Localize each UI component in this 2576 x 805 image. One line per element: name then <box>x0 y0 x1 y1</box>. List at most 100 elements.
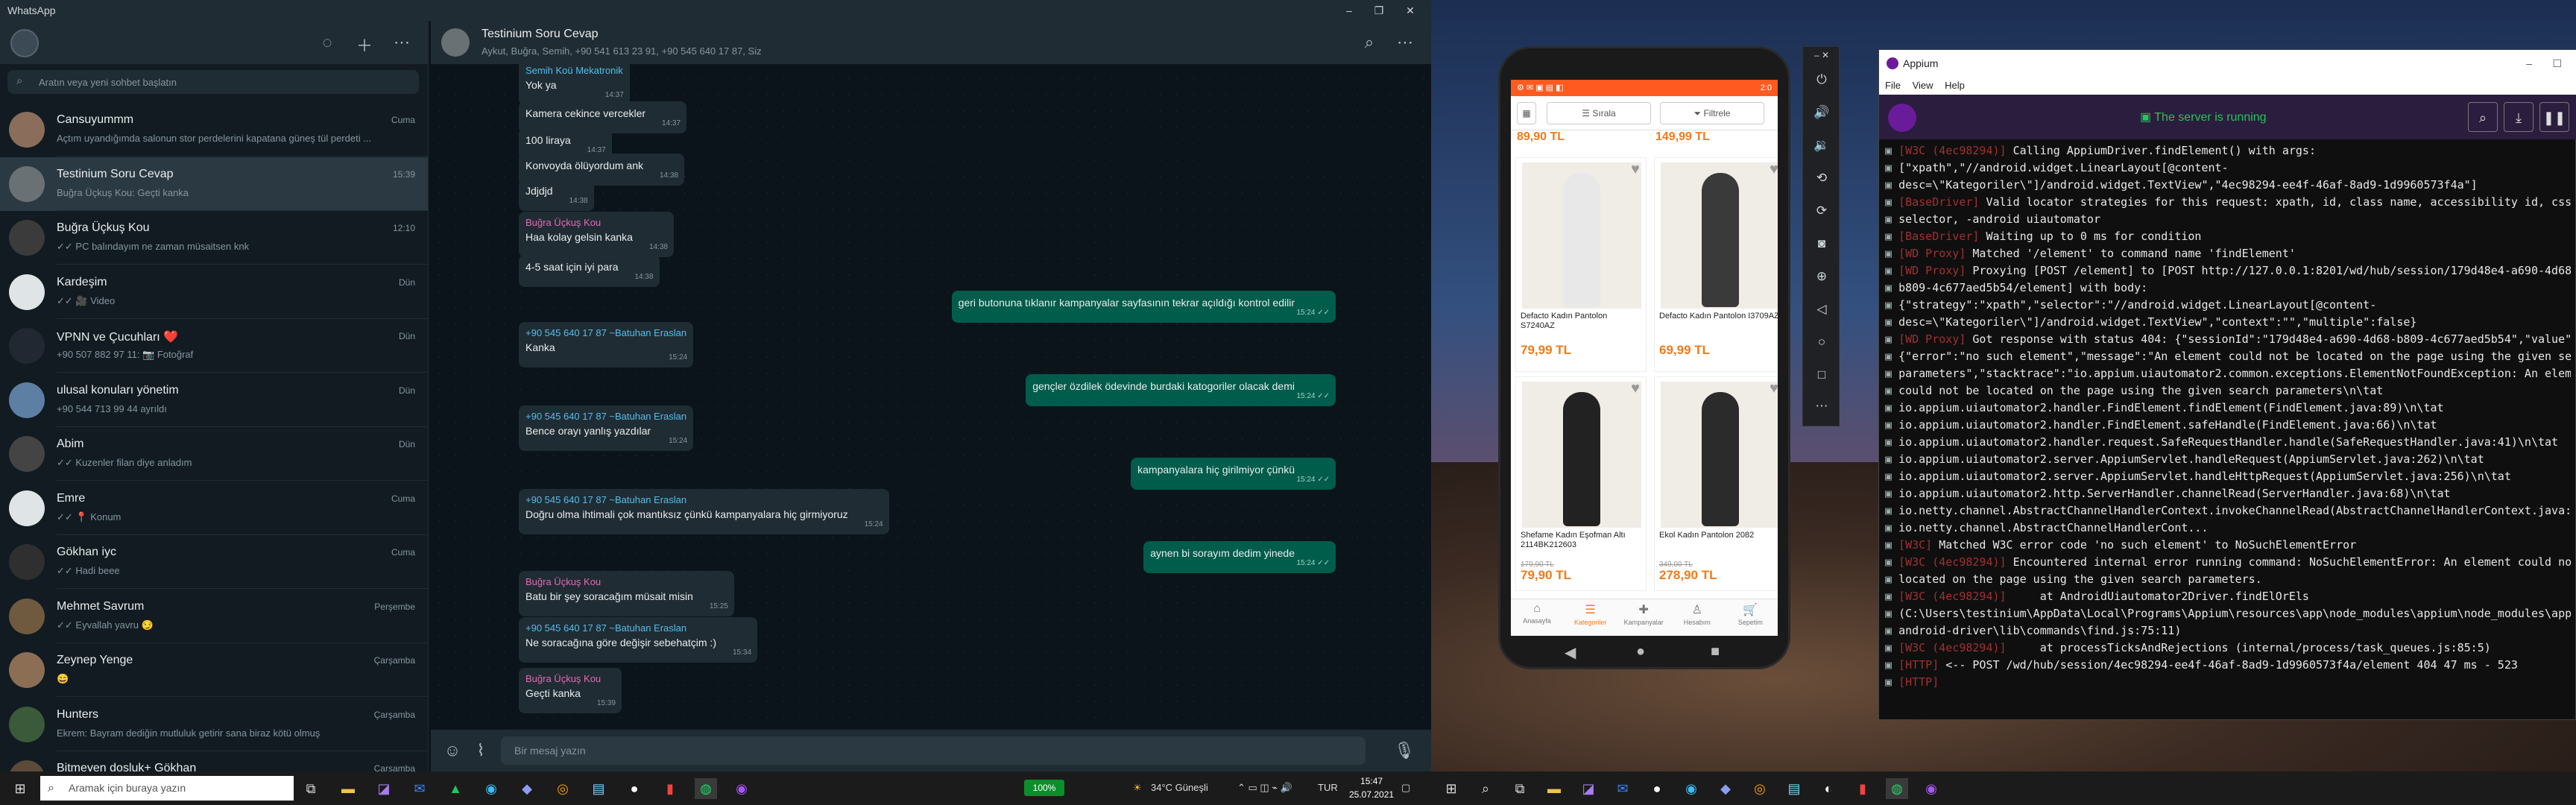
windows-start-icon[interactable]: ⊞ <box>1440 778 1462 799</box>
message-bubble[interactable]: +90 545 640 17 87 ~Batuhan Eraslan Doğru … <box>519 489 889 534</box>
back-icon[interactable]: ◀ <box>1565 643 1576 662</box>
search-icon[interactable]: ⌕ <box>1474 778 1497 799</box>
avatar[interactable] <box>9 220 45 256</box>
status-icon[interactable]: ◌ <box>318 33 337 52</box>
more-icon[interactable]: ⋯ <box>1803 399 1840 414</box>
microphone-icon[interactable]: 🎙 <box>1394 741 1415 760</box>
favorite-icon[interactable]: ♥ <box>1770 161 1778 178</box>
back-icon[interactable]: ◁ <box>1803 302 1840 317</box>
notes-icon[interactable]: ▤ <box>587 778 610 799</box>
rotate-right-icon[interactable]: ⟳ <box>1803 203 1840 218</box>
message-bubble[interactable]: Semih Koü Mekatronik Yok ya 14:37 <box>519 60 630 105</box>
file-explorer-icon[interactable]: ▬ <box>1543 778 1565 799</box>
file-explorer-icon[interactable]: ▬ <box>337 778 359 799</box>
avatar[interactable] <box>9 490 45 526</box>
chat-list-item[interactable]: ulusal konuları yönetim +90 544 713 99 44… <box>0 373 428 427</box>
message-sender[interactable]: +90 545 640 17 87 ~Batuhan Eraslan <box>525 411 686 423</box>
chat-list-item[interactable]: Emre ✓✓ 📍 Konum Cuma <box>0 482 428 535</box>
notification-icon[interactable]: ▢ <box>1401 782 1410 794</box>
notes-icon[interactable]: ▤ <box>1783 778 1805 799</box>
message-sender[interactable]: +90 545 640 17 87 ~Batuhan Eraslan <box>525 622 751 634</box>
zoom-icon[interactable]: ⊕ <box>1803 269 1840 284</box>
volume-down-icon[interactable]: 🔉 <box>1803 138 1840 153</box>
product-card[interactable]: ♥ Ekol Kadın Pantolon 2082 349,00 TL 278,90… <box>1654 376 1778 591</box>
avatar[interactable] <box>9 274 45 310</box>
grid-icon[interactable]: ▦ <box>1517 102 1536 124</box>
search-logs-icon[interactable]: ⌕ <box>2468 102 2498 132</box>
chart-app-icon[interactable]: ▮ <box>659 778 681 799</box>
chat-list-item[interactable]: Cansuyummm Açtım uyandığımda salonun stor… <box>0 103 428 157</box>
product-image[interactable] <box>1661 162 1778 309</box>
message-sender[interactable]: Semih Koü Mekatronik <box>525 65 623 77</box>
appium-taskbar-icon[interactable]: ◉ <box>730 778 753 799</box>
mail-icon[interactable]: ✉ <box>1611 778 1634 799</box>
ide-icon[interactable]: ◪ <box>373 778 395 799</box>
chart-app-icon[interactable]: ▮ <box>1852 778 1874 799</box>
emoji-icon[interactable]: ☺ <box>443 741 462 760</box>
message-sender[interactable]: +90 545 640 17 87 ~Batuhan Eraslan <box>525 494 883 506</box>
message-sender[interactable]: Buğra Üçkuş Kou <box>525 217 667 229</box>
avatar[interactable] <box>9 598 45 634</box>
message-sender[interactable]: +90 545 640 17 87 ~Batuhan Eraslan <box>525 327 686 339</box>
menu-file[interactable]: File <box>1885 80 1901 91</box>
nav-item[interactable]: 🛒 Sepetim <box>1724 602 1776 626</box>
download-logs-icon[interactable]: ⤓ <box>2504 102 2534 132</box>
message-bubble[interactable]: Buğra Üçkuş Kou Haa kolay gelsin kanka 14:… <box>519 212 674 257</box>
product-card[interactable]: ♥ Defacto Kadın Pantolon I3709AZ 69,99 TL <box>1654 157 1778 372</box>
close-button[interactable]: ✕ <box>1395 0 1425 21</box>
favorite-icon[interactable]: ♥ <box>1770 380 1778 397</box>
avatar[interactable] <box>9 382 45 418</box>
message-bubble[interactable]: Jdjdjd 14:38 <box>519 179 594 211</box>
favorite-icon[interactable]: ♥ <box>1631 161 1640 178</box>
avatar[interactable] <box>9 436 45 472</box>
message-bubble[interactable]: +90 545 640 17 87 ~Batuhan Eraslan Ne sor… <box>519 617 758 663</box>
message-bubble[interactable]: kampanyalara hiç girilmiyor çünkü 15:24 ✓… <box>1131 458 1336 490</box>
chat-list-item[interactable]: Zeynep Yenge 😄 Çarşamba <box>0 643 428 697</box>
avatar[interactable] <box>10 29 39 57</box>
minimize-button[interactable]: – <box>2526 50 2532 77</box>
nav-item[interactable]: ♙ Hesabım <box>1671 602 1723 626</box>
nav-item[interactable]: ⌂ Anasayfa <box>1511 602 1563 625</box>
power-icon[interactable]: ⏻ <box>1803 72 1840 87</box>
home-icon[interactable]: ● <box>1636 643 1645 660</box>
favorite-icon[interactable]: ♥ <box>1631 380 1640 397</box>
minimize-button[interactable]: – <box>1334 0 1364 21</box>
volume-up-icon[interactable]: 🔊 <box>1803 105 1840 120</box>
message-bubble[interactable]: 4-5 saat için iyi para 14:38 <box>519 255 660 287</box>
message-input[interactable] <box>501 736 1366 765</box>
chrome-icon[interactable]: ◎ <box>1749 778 1771 799</box>
teams-icon[interactable]: ◆ <box>516 778 538 799</box>
maximize-button[interactable]: ❐ <box>1364 0 1394 21</box>
message-bubble[interactable]: aynen bi sorayım dedim yinede 15:24 ✓✓ <box>1143 541 1336 573</box>
chat-list-item[interactable]: Mehmet Savrum ✓✓ Eyvallah yavru 😏 Perşembe <box>0 590 428 643</box>
avatar[interactable] <box>9 328 45 364</box>
avatar[interactable] <box>9 165 45 202</box>
menu-view[interactable]: View <box>1913 80 1933 91</box>
product-card[interactable]: ♥ Defacto Kadın Pantolon S7240AZ 79,99 TL <box>1515 157 1647 372</box>
task-view-icon[interactable]: ⧉ <box>1509 778 1531 799</box>
chat-list-item[interactable]: Abim ✓✓ Kuzenler filan diye anladım Dün <box>0 427 428 481</box>
product-image[interactable] <box>1522 382 1641 528</box>
appium-taskbar-icon[interactable]: ◉ <box>1920 778 1942 799</box>
avatar[interactable] <box>9 760 45 771</box>
edge-icon[interactable]: ◉ <box>480 778 502 799</box>
avatar[interactable] <box>9 706 45 742</box>
search-icon[interactable]: ⌕ <box>1360 33 1379 52</box>
pause-icon[interactable]: ❚❚ <box>2539 102 2569 132</box>
avatar[interactable] <box>9 544 45 580</box>
menu-icon[interactable]: ⋯ <box>1395 33 1415 52</box>
tray-icons[interactable]: ⌃ ▭ ◫ ⌁ 🔊 <box>1237 782 1292 794</box>
ide-icon[interactable]: ◪ <box>1577 778 1600 799</box>
message-sender[interactable]: Buğra Üçkuş Kou <box>525 673 615 685</box>
teams-icon[interactable]: ◆ <box>1714 778 1737 799</box>
product-card[interactable]: ♥ Shefame Kadın Eşofman Altı 2114BK212603… <box>1515 376 1647 591</box>
new-chat-icon[interactable]: ＋ <box>355 33 374 57</box>
avatar[interactable] <box>9 112 45 148</box>
filter-button[interactable]: ⏷ Filtrele <box>1660 102 1764 124</box>
github-icon[interactable]: ● <box>623 778 645 799</box>
chat-list-item[interactable]: VPNN ve Çucuhları ❤️ +90 507 882 97 11: 📷… <box>0 319 428 373</box>
maximize-button[interactable]: ☐ <box>2552 50 2562 77</box>
search-icon[interactable]: ⌕ <box>16 75 22 87</box>
recents-icon[interactable]: ■ <box>1711 643 1720 660</box>
taskbar-clock[interactable]: 15:47 25.07.2021 <box>1349 774 1394 801</box>
